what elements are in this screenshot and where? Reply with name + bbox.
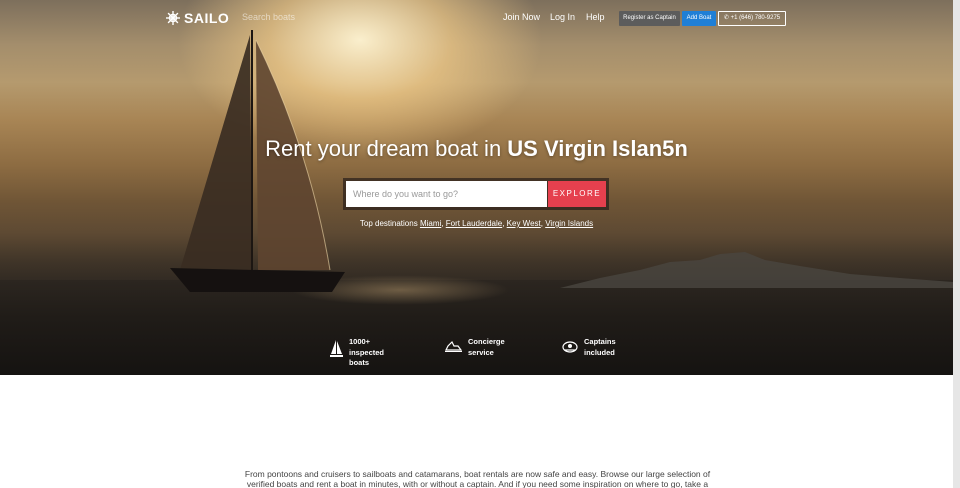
help-link[interactable]: Help	[586, 12, 605, 22]
feature-1-line3: boats	[349, 358, 370, 367]
search-boats-link[interactable]: Search boats	[242, 12, 295, 22]
feature-1-line1: 1000+	[349, 337, 371, 346]
page: SAILO Search boats Join Now Log In Help …	[0, 0, 960, 488]
sailo-logo[interactable]: SAILO	[166, 10, 229, 26]
headline-place: US Virgin Islan5n	[507, 136, 688, 161]
search-bar: EXPLORE	[343, 178, 609, 210]
feature-3-line2: included	[584, 347, 615, 357]
island-silhouette	[560, 252, 953, 288]
feature-inspected-boats: 1000+ inspected boats	[330, 337, 384, 369]
feature-captains: Captains included	[562, 337, 616, 358]
sailboat-icon	[330, 340, 343, 357]
sailboat-silhouette	[170, 30, 345, 292]
feature-2-line1: Concierge	[468, 337, 505, 346]
destination-link-virgin-islands[interactable]: Virgin Islands	[545, 219, 593, 228]
explore-button[interactable]: EXPLORE	[548, 181, 606, 207]
top-nav: SAILO Search boats Join Now Log In Help …	[0, 0, 953, 36]
logo-text: SAILO	[184, 10, 230, 26]
feature-1-line2: inspected	[349, 347, 385, 357]
destination-link-key-west[interactable]: Key West	[507, 219, 541, 228]
intro-paragraph: From pontoons and cruisers to sailboats …	[244, 469, 711, 488]
headline-prefix: Rent your dream boat in	[265, 136, 508, 161]
captain-hat-icon	[562, 341, 578, 353]
top-destinations-label: Top destinations	[359, 219, 418, 228]
scrollbar[interactable]	[953, 0, 960, 488]
phone-icon: ✆	[723, 15, 729, 21]
hero-banner: SAILO Search boats Join Now Log In Help …	[0, 0, 953, 375]
phone-button[interactable]: ✆ +1 (646) 780-9275	[718, 11, 786, 26]
destination-link-miami[interactable]: Miami	[420, 219, 441, 228]
feature-2-line2: service	[468, 347, 494, 357]
register-captain-button[interactable]: Register as Captain	[619, 11, 680, 26]
feature-3-line1: Captains	[584, 337, 616, 346]
top-destinations: Top destinations Miami, Fort Lauderdale,…	[359, 219, 594, 228]
hero-headline: Rent your dream boat in US Virgin Islan5…	[0, 136, 953, 162]
join-now-link[interactable]: Join Now	[503, 12, 540, 22]
feature-concierge: Concierge service	[445, 337, 505, 358]
log-in-link[interactable]: Log In	[550, 12, 575, 22]
yacht-icon	[445, 340, 462, 352]
destination-search-input[interactable]	[346, 181, 547, 207]
add-boat-button[interactable]: Add Boat	[682, 11, 716, 26]
phone-number: +1 (646) 780-9275	[730, 15, 781, 21]
helm-icon	[166, 11, 180, 25]
destination-link-fort-lauderdale[interactable]: Fort Lauderdale	[446, 219, 502, 228]
